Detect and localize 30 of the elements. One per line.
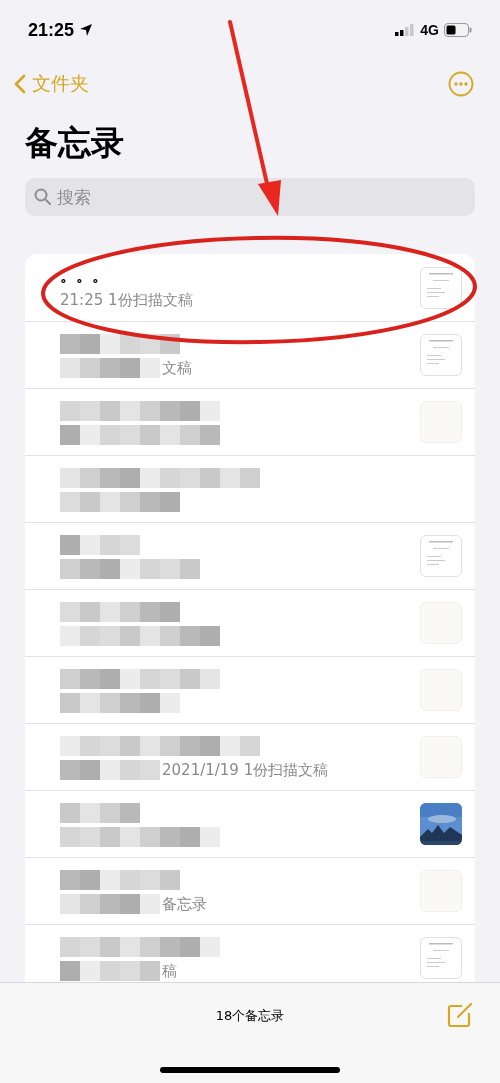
document-thumbnail [420,937,462,979]
back-button[interactable]: 文件夹 [14,71,89,97]
search-icon [34,188,51,205]
search-field[interactable]: 搜索 [25,178,475,216]
note-count: 18个备忘录 [215,1007,285,1025]
note-row[interactable]: 文稿 [25,321,475,388]
note-meta: 2021/1/19 1份扫描文稿 [162,760,329,780]
note-row[interactable]: 稿 [25,924,475,982]
more-button[interactable] [448,71,474,97]
note-meta: 文稿 [162,358,192,378]
note-title: 。。。 [60,266,108,287]
network-label: 4G [420,22,439,38]
chevron-left-icon [14,74,26,94]
document-thumbnail [420,334,462,376]
battery-icon [444,23,472,37]
document-thumbnail [420,266,462,309]
page-title: 备忘录 [25,122,125,164]
note-row[interactable]: 2021/1/19 1份扫描文稿 [25,723,475,790]
note-meta: 21:25 1份扫描文稿 [60,291,193,310]
note-meta: 稿 [162,961,177,981]
document-thumbnail [420,535,462,577]
note-row[interactable]: 备忘录 [25,857,475,924]
note-meta: 备忘录 [162,894,207,914]
compose-button[interactable] [446,1001,474,1029]
location-arrow-icon [79,23,94,37]
note-row[interactable]: 。。。 21:25 1份扫描文稿 [25,254,475,321]
signal-icon [395,24,416,36]
compose-icon [446,1001,474,1029]
status-time: 21:25 [28,19,75,41]
ellipsis-circle-icon [448,71,474,97]
